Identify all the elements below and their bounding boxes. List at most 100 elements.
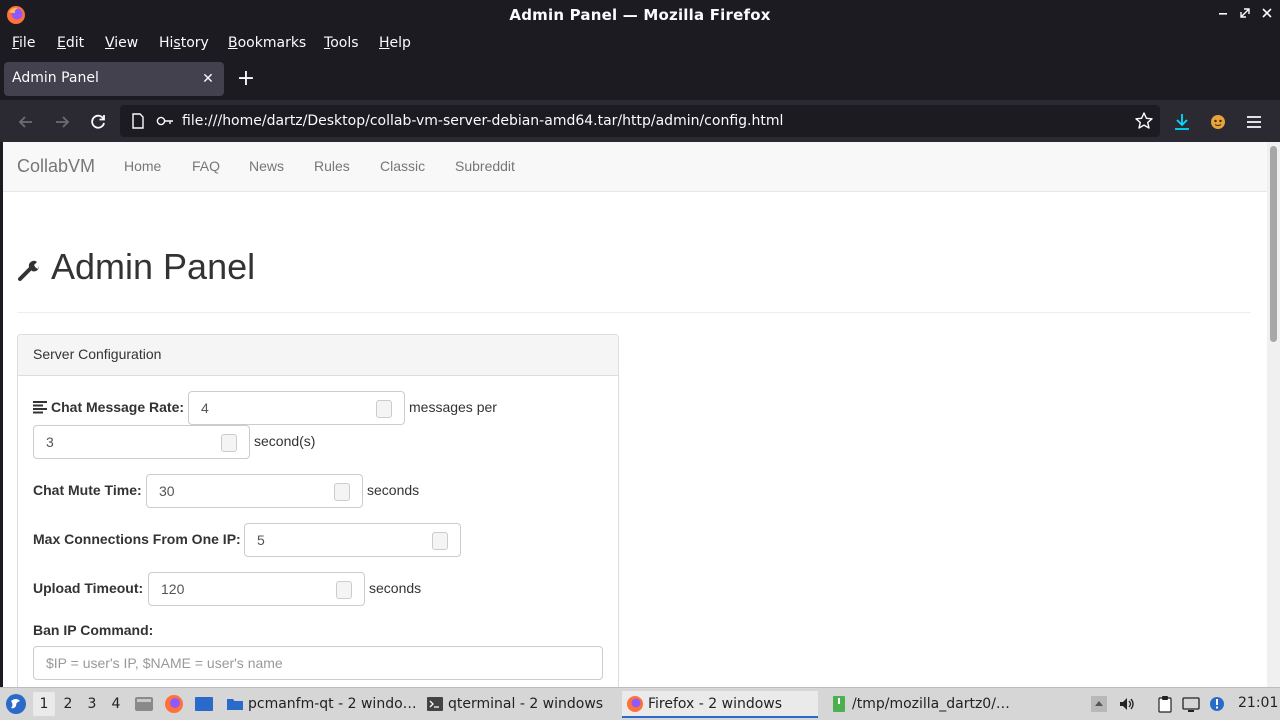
terminal-icon (427, 697, 443, 711)
folder-icon (227, 699, 243, 710)
task-firefox[interactable]: Firefox - 2 windows (622, 691, 818, 718)
volume-icon[interactable] (1118, 695, 1136, 713)
menu-help[interactable]: Help (379, 35, 411, 51)
tray-up-arrow-icon[interactable] (1090, 695, 1108, 713)
menu-history[interactable]: History (159, 35, 209, 51)
download-icon (1175, 114, 1189, 130)
chat-rate-messages-input[interactable]: 4 (188, 391, 405, 425)
menu-file[interactable]: File (12, 35, 35, 51)
spinner-icon[interactable] (376, 400, 392, 418)
server-config-panel: Server Configuration Chat Message Rate: … (17, 334, 619, 687)
chat-rate-messages-value: 4 (201, 400, 209, 416)
network-icon[interactable] (1182, 695, 1200, 713)
menu-view[interactable]: View (105, 35, 138, 51)
scrollbar-thumb[interactable] (1270, 146, 1277, 342)
archive-icon (833, 696, 845, 712)
spinner-icon[interactable] (432, 532, 448, 550)
upload-timeout-input[interactable]: 120 (148, 572, 365, 606)
menu-label-rest: tory (180, 35, 209, 51)
url-text[interactable]: file:///home/dartz/Desktop/collab-vm-ser… (182, 113, 783, 129)
spinner-icon[interactable] (336, 581, 352, 599)
spinner-icon[interactable] (334, 483, 350, 501)
firefox-launcher-icon[interactable] (164, 694, 184, 714)
hamburger-menu-icon (1247, 116, 1261, 128)
max-connections-label: Max Connections From One IP: (33, 531, 241, 547)
update-notifier-icon[interactable] (1208, 695, 1226, 713)
permissions-key-icon[interactable] (156, 114, 174, 128)
firefox-icon (627, 696, 643, 712)
desktop-screen: Admin Panel — Mozilla Firefox File Edit … (0, 0, 1280, 720)
bookmark-star-icon[interactable] (1134, 111, 1154, 131)
maximize-button[interactable] (1234, 4, 1256, 26)
spinner-icon[interactable] (221, 434, 237, 452)
taskbar: 1 2 3 4 pcmanfm-qt - 2 windo… qterminal … (0, 687, 1280, 720)
ban-command-label: Ban IP Command: (33, 622, 154, 638)
mute-time-label: Chat Mute Time: (33, 482, 142, 498)
task-label: pcmanfm-qt - 2 windo… (248, 696, 417, 712)
site-navbar: CollabVM Home FAQ News Rules Classic Sub… (3, 142, 1267, 192)
tab-title: Admin Panel (12, 70, 99, 86)
minimize-icon (1219, 13, 1227, 15)
upload-timeout-label: Upload Timeout: (33, 580, 144, 596)
tab-close-icon[interactable]: ✕ (198, 69, 218, 89)
menu-edit[interactable]: Edit (57, 35, 84, 51)
forward-arrow-icon (56, 116, 70, 128)
nav-link-home[interactable]: Home (124, 158, 161, 174)
task-label: /tmp/mozilla_dartz0/… (852, 696, 1010, 712)
navigation-toolbar: file:///home/dartz/Desktop/collab-vm-ser… (0, 100, 1280, 142)
workspace-4[interactable]: 4 (105, 692, 127, 716)
nav-link-faq[interactable]: FAQ (192, 158, 220, 174)
menu-tools[interactable]: Tools (324, 35, 359, 51)
restore-icon (1240, 8, 1250, 18)
align-left-icon (33, 401, 47, 414)
show-desktop-icon[interactable] (134, 694, 154, 714)
start-menu-icon[interactable] (5, 693, 27, 715)
page-scrollbar[interactable] (1267, 142, 1280, 687)
ban-command-input[interactable] (34, 647, 602, 679)
task-label: qterminal - 2 windows (448, 696, 604, 712)
tab-strip: Admin Panel ✕ + (0, 58, 1280, 100)
forward-button[interactable] (48, 108, 76, 136)
task-qterminal[interactable]: qterminal - 2 windows (422, 691, 612, 718)
back-button[interactable] (12, 108, 40, 136)
ban-command-field[interactable] (33, 646, 603, 680)
new-tab-button[interactable]: + (234, 68, 258, 92)
reload-button[interactable] (84, 108, 112, 136)
nav-link-subreddit[interactable]: Subreddit (455, 158, 515, 174)
downloads-button[interactable] (1168, 108, 1196, 136)
url-bar[interactable]: file:///home/dartz/Desktop/collab-vm-ser… (120, 105, 1160, 137)
minimize-button[interactable] (1212, 4, 1234, 26)
task-label: Firefox - 2 windows (648, 696, 783, 712)
menu-accel-letter: s (173, 35, 181, 51)
back-arrow-icon (18, 116, 32, 128)
page-heading-text: Admin Panel (51, 246, 256, 287)
mute-time-input[interactable]: 30 (146, 474, 363, 508)
desktop-window-icon[interactable] (194, 694, 214, 714)
close-window-button[interactable] (1256, 4, 1278, 26)
workspace-3[interactable]: 3 (81, 692, 103, 716)
chat-rate-seconds-input[interactable]: 3 (33, 425, 250, 459)
tab-admin-panel[interactable]: Admin Panel ✕ (4, 62, 224, 96)
clipboard-icon[interactable] (1156, 695, 1174, 713)
menu-bar: File Edit View History Bookmarks Tools H… (0, 30, 1280, 58)
task-archive[interactable]: /tmp/mozilla_dartz0/… (826, 691, 1026, 718)
taskbar-clock[interactable]: 21:01 (1238, 695, 1278, 711)
menu-bookmarks[interactable]: Bookmarks (228, 35, 306, 51)
window-titlebar: Admin Panel — Mozilla Firefox (0, 0, 1280, 30)
menu-label-prefix: Hi (159, 35, 174, 51)
nav-link-classic[interactable]: Classic (380, 158, 425, 174)
workspace-2[interactable]: 2 (57, 692, 79, 716)
extension-button[interactable] (1204, 108, 1232, 136)
task-pcmanfm[interactable]: pcmanfm-qt - 2 windo… (222, 691, 418, 718)
nav-link-rules[interactable]: Rules (314, 158, 350, 174)
app-menu-button[interactable] (1240, 108, 1268, 136)
reload-icon (91, 114, 105, 129)
menu-label-rest: iew (114, 35, 139, 51)
page-viewport: CollabVM Home FAQ News Rules Classic Sub… (3, 142, 1267, 687)
max-connections-input[interactable]: 5 (244, 523, 461, 557)
workspace-1[interactable]: 1 (33, 692, 55, 716)
nav-link-news[interactable]: News (249, 158, 284, 174)
site-brand[interactable]: CollabVM (17, 156, 95, 177)
upload-timeout-value: 120 (161, 581, 185, 597)
chat-rate-messages-suffix: messages per (409, 399, 497, 415)
